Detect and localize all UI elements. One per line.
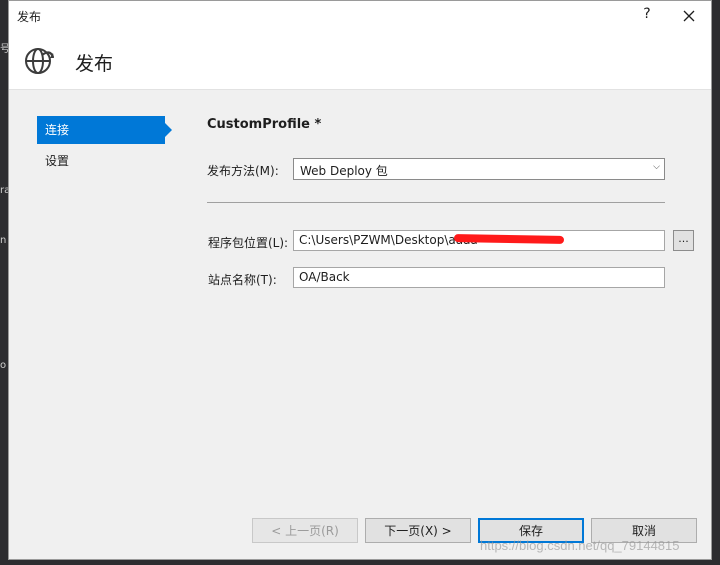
help-button[interactable]: ? <box>637 6 657 22</box>
section-divider <box>207 202 665 203</box>
site-name-label: 站点名称(T): <box>208 273 277 287</box>
title-bar: 发布 ? <box>9 1 711 31</box>
sidebar-item-connection[interactable]: 连接 <box>37 116 172 144</box>
window-title: 发布 <box>17 10 42 24</box>
cancel-button[interactable]: 取消 <box>591 518 697 543</box>
dialog-header: 发布 <box>9 31 711 90</box>
close-icon <box>683 10 695 22</box>
site-name-input[interactable]: OA/Back <box>293 267 665 288</box>
publish-method-select[interactable]: Web Deploy 包 ⌵ <box>293 158 665 180</box>
publish-method-label: 发布方法(M): <box>207 164 279 178</box>
sidebar-item-settings[interactable]: 设置 <box>37 147 177 175</box>
dialog-heading: 发布 <box>75 53 114 75</box>
background-text: 号 <box>0 44 10 55</box>
chevron-down-icon: ⌵ <box>653 162 660 172</box>
save-button[interactable]: 保存 <box>478 518 584 543</box>
globe-icon <box>25 48 55 74</box>
profile-title: CustomProfile * <box>207 117 322 132</box>
publish-method-value: Web Deploy 包 <box>300 164 388 178</box>
browse-button[interactable]: ... <box>673 230 694 251</box>
close-button[interactable] <box>677 5 701 27</box>
background-text: ra <box>0 185 11 196</box>
background-text: n <box>0 235 7 246</box>
background-text: o <box>0 360 7 371</box>
package-location-value: C:\Users\PZWM\Desktop\aaaa <box>299 233 478 247</box>
previous-button[interactable]: < 上一页(R) <box>252 518 358 543</box>
package-location-label: 程序包位置(L): <box>208 236 289 250</box>
site-name-value: OA/Back <box>299 270 350 284</box>
publish-dialog: 发布 ? 发布 连接 设置 CustomProfile * 发布方法(M): W… <box>8 0 712 560</box>
next-button[interactable]: 下一页(X) > <box>365 518 471 543</box>
sidebar-nav: 连接 设置 <box>37 116 177 175</box>
